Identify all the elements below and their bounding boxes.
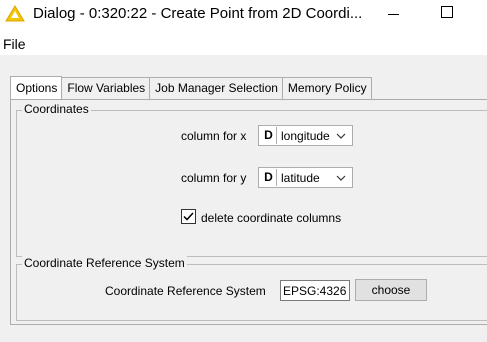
y-column-value: latitude — [281, 170, 320, 185]
maximize-icon[interactable] — [441, 6, 453, 18]
crs-legend: Coordinate Reference System — [22, 256, 187, 270]
delete-columns-label: delete coordinate columns — [201, 211, 342, 225]
crs-label: Coordinate Reference System — [105, 284, 266, 298]
tab-options[interactable]: Options — [10, 76, 63, 99]
tab-memory-policy[interactable]: Memory Policy — [281, 77, 372, 99]
x-column-label: column for x — [181, 129, 247, 143]
tab-strip: Options Flow Variables Job Manager Selec… — [10, 76, 372, 99]
crs-group: Coordinate Reference System Coordinate R… — [16, 256, 487, 321]
checkmark-icon — [183, 212, 194, 221]
crs-field[interactable]: EPSG:4326 — [280, 280, 350, 301]
menu-bar: File — [0, 31, 487, 55]
coordinates-group: Coordinates column for x D longitude col… — [16, 102, 487, 257]
x-column-value: longitude — [281, 128, 330, 143]
title-bar: Dialog - 0:320:22 - Create Point from 2D… — [0, 0, 487, 31]
dialog-content: Options Flow Variables Job Manager Selec… — [0, 55, 487, 342]
delete-columns-checkbox[interactable] — [181, 209, 196, 224]
knime-warning-triangle-icon — [5, 5, 25, 22]
y-column-select[interactable]: D latitude — [258, 167, 353, 188]
y-column-label: column for y — [181, 171, 247, 185]
x-column-select[interactable]: D longitude — [258, 125, 353, 146]
chevron-down-icon — [336, 133, 346, 139]
choose-button[interactable]: choose — [355, 279, 427, 301]
minimize-icon[interactable] — [388, 14, 399, 15]
window-title: Dialog - 0:320:22 - Create Point from 2D… — [33, 5, 363, 22]
menu-file[interactable]: File — [3, 36, 26, 52]
coordinates-legend: Coordinates — [22, 102, 91, 116]
options-panel: Coordinates column for x D longitude col… — [10, 99, 487, 325]
double-type-icon: D — [261, 169, 277, 186]
tab-flow-variables[interactable]: Flow Variables — [61, 77, 151, 99]
double-type-icon: D — [261, 127, 277, 144]
chevron-down-icon — [336, 175, 346, 181]
tab-job-manager-selection[interactable]: Job Manager Selection — [149, 77, 283, 99]
